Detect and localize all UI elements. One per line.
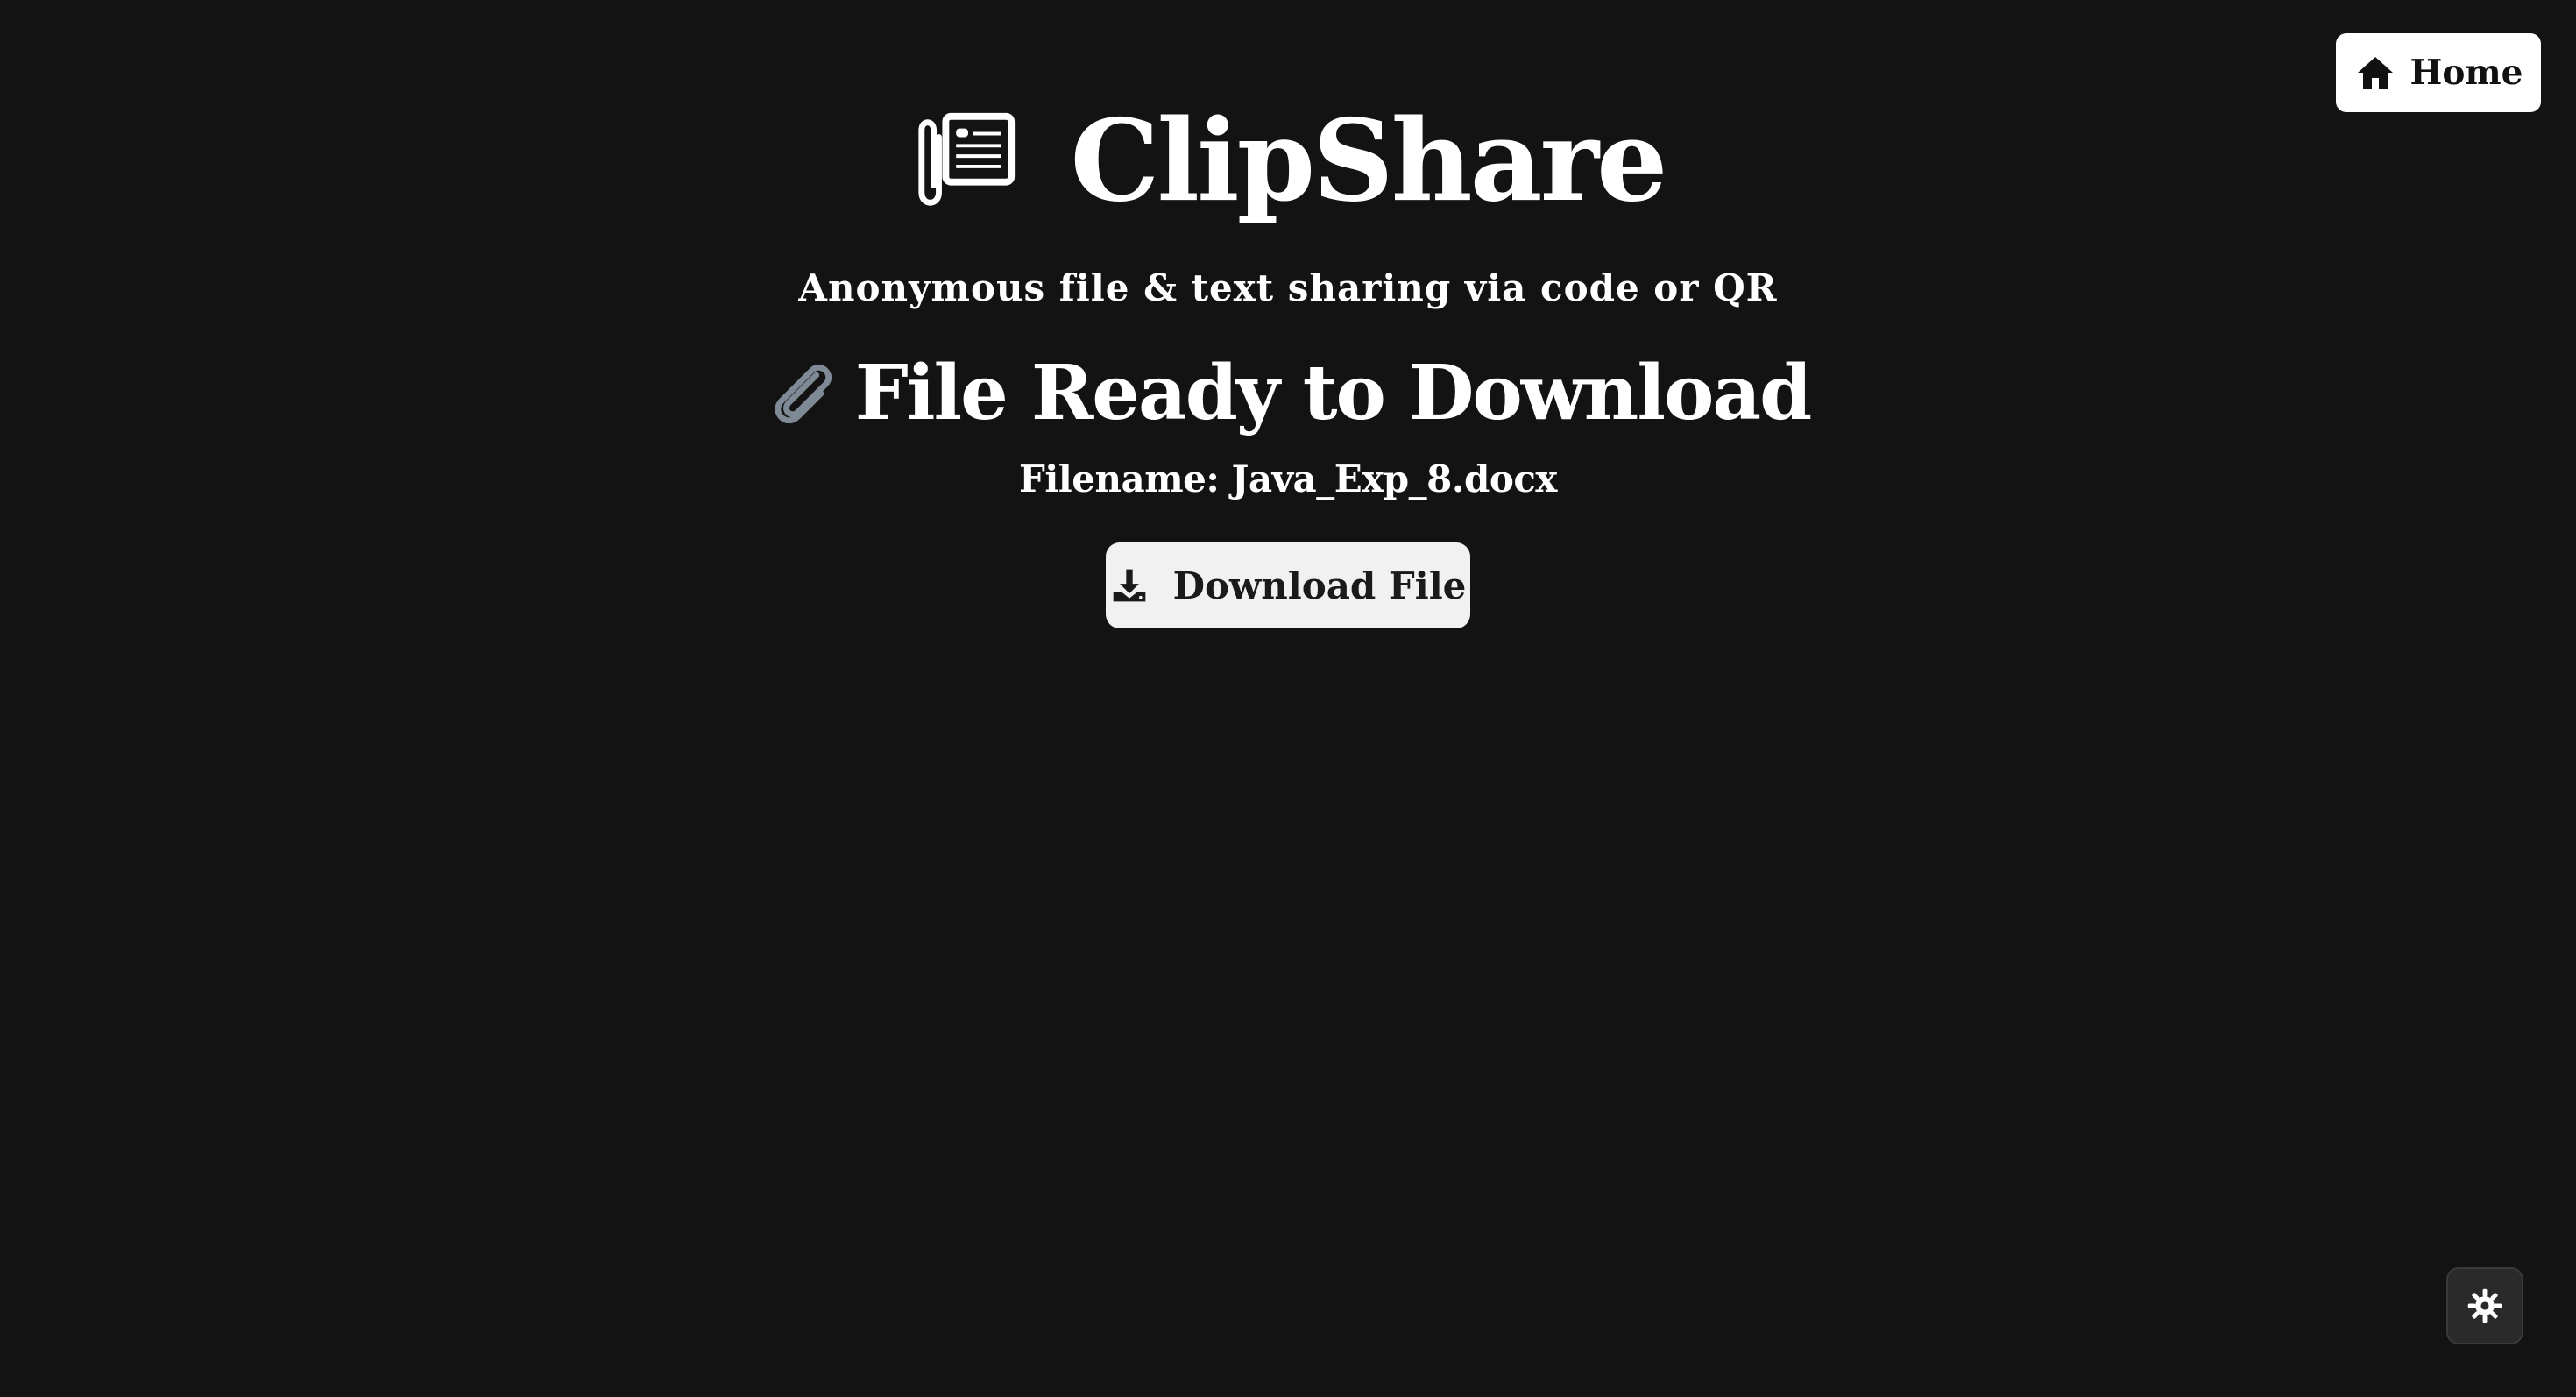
app-title: ClipShare — [1070, 96, 1668, 227]
home-icon — [2354, 52, 2396, 94]
app-header: ClipShare — [0, 105, 2576, 217]
theme-toggle-button[interactable] — [2446, 1267, 2523, 1344]
download-icon — [1110, 566, 1149, 605]
home-label: Home — [2410, 53, 2523, 93]
tagline: Anonymous file & text sharing via code o… — [798, 266, 1778, 309]
paperclip-icon — [766, 357, 839, 430]
download-file-label: Download File — [1172, 564, 1467, 607]
clipboard-paperclip-icon — [911, 106, 1022, 216]
download-heading-text: File Ready to Download — [854, 349, 1812, 437]
download-file-button[interactable]: Download File — [1106, 542, 1470, 628]
home-button[interactable]: Home — [2336, 33, 2541, 112]
page: Home ClipShare Anonymous file & text sha… — [0, 0, 2576, 1397]
sun-gear-icon — [2466, 1287, 2503, 1324]
filename-label: Filename: Java_Exp_8.docx — [1019, 457, 1557, 500]
download-heading: File Ready to Download — [0, 349, 2576, 437]
